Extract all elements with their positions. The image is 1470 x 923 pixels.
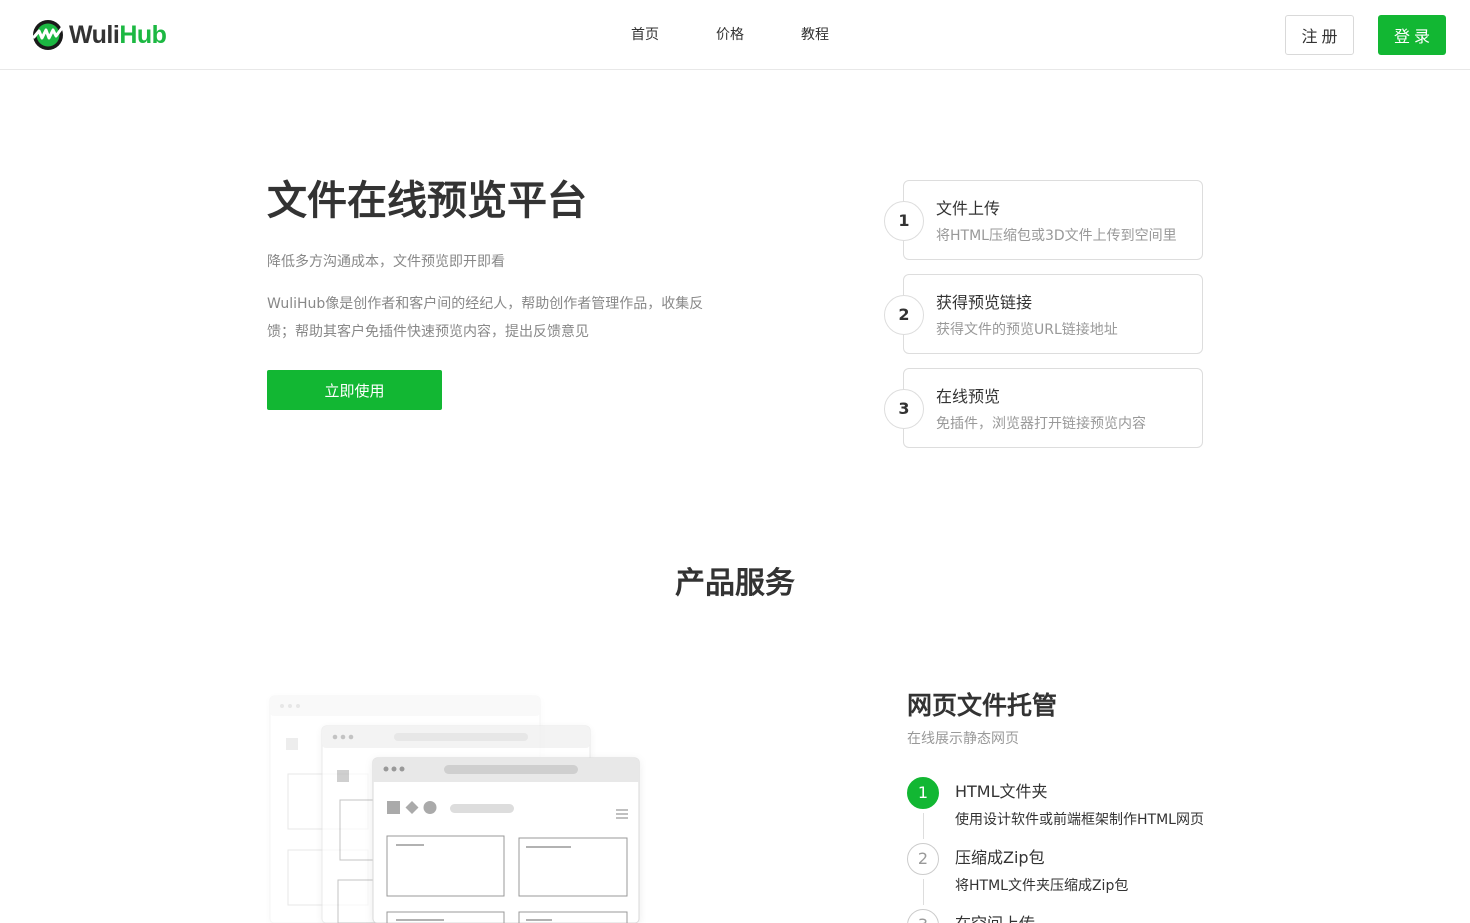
logo-text-part1: Wuli [69,20,120,49]
top-navbar: WuliHub 首页 价格 教程 注册 登录 [0,0,1470,70]
login-button[interactable]: 登录 [1378,15,1446,55]
step-card-link: 2 获得预览链接 获得文件的预览URL链接地址 [884,274,1203,354]
logo[interactable]: WuliHub [31,19,167,51]
step-connector [923,813,924,839]
service-step-description: 将HTML文件夹压缩成Zip包 [955,878,1129,894]
main-nav: 首页 价格 教程 [631,24,886,46]
step-number: 1 [884,201,924,241]
hero-subtitle: 降低多方沟通成本，文件预览即开即看 [267,254,505,270]
service-step-number: 3 [907,909,939,923]
service-step-number: 1 [907,777,939,809]
service-step-title: 在空间上传 [955,913,1035,923]
wulihub-logo-icon [32,20,64,50]
step-title: 获得预览链接 [936,293,1033,312]
step-description: 免插件，浏览器打开链接预览内容 [936,416,1146,432]
step-card-preview: 3 在线预览 免插件，浏览器打开链接预览内容 [884,368,1203,448]
register-button[interactable]: 注册 [1285,15,1354,55]
step-title: 文件上传 [936,199,1001,218]
step-card-upload: 1 文件上传 将HTML压缩包或3D文件上传到空间里 [884,180,1203,260]
service-subtitle: 在线展示静态网页 [907,731,1019,747]
section-title: 产品服务 [675,566,795,601]
logo-text: WuliHub [69,20,167,50]
step-connector [923,879,924,905]
nav-home-link[interactable]: 首页 [631,24,659,46]
step-title: 在线预览 [936,387,1001,406]
start-using-button[interactable]: 立即使用 [267,370,442,410]
logo-text-part2: Hub [119,20,167,49]
hero-description: WuliHub像是创作者和客户间的经纪人，帮助创作者管理作品，收集反馈；帮助其客… [267,296,704,340]
service-step-title: 压缩成Zip包 [955,848,1045,867]
browser-windows-illustration [269,695,640,923]
service-step-title: HTML文件夹 [955,782,1048,801]
nav-tutorial-link[interactable]: 教程 [801,24,829,46]
step-number: 2 [884,295,924,335]
service-step-number: 2 [907,843,939,875]
step-number: 3 [884,389,924,429]
step-description: 将HTML压缩包或3D文件上传到空间里 [936,228,1177,244]
step-description: 获得文件的预览URL链接地址 [936,322,1118,338]
hero-title: 文件在线预览平台 [267,178,587,224]
service-title: 网页文件托管 [907,691,1058,720]
nav-pricing-link[interactable]: 价格 [716,24,744,46]
service-step-description: 使用设计软件或前端框架制作HTML网页 [955,812,1204,828]
